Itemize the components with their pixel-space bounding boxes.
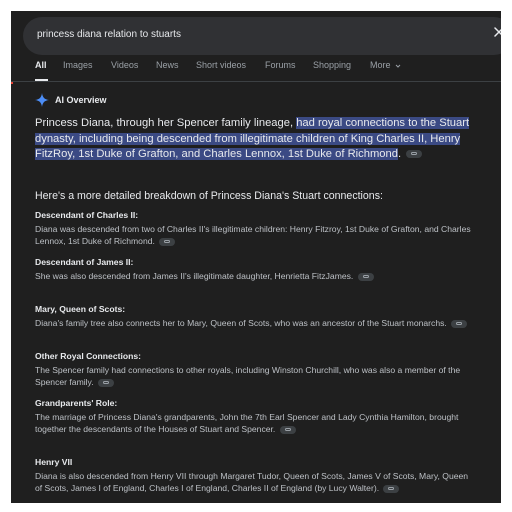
results-screen: princess diana relation to stuarts All I… — [11, 11, 501, 503]
tab-all[interactable]: All — [35, 60, 47, 70]
tabs-divider — [11, 81, 501, 82]
section-heading: Grandparents' Role: — [35, 398, 118, 408]
chevron-down-icon — [395, 64, 401, 68]
tab-more-label: More — [370, 60, 391, 70]
link-icon[interactable] — [159, 238, 176, 247]
section-henry-vii: Henry VII Diana is also descended from H… — [35, 457, 475, 495]
section-heading: Descendant of Charles II: — [35, 210, 139, 220]
tab-more[interactable]: More — [370, 60, 401, 70]
search-tabs: All Images Videos News Short videos Foru… — [35, 58, 501, 80]
search-bar[interactable]: princess diana relation to stuarts — [23, 17, 501, 55]
section-heading: Other Royal Connections: — [35, 351, 141, 361]
section-text: She was also descended from James II's i… — [35, 271, 354, 281]
tab-forums[interactable]: Forums — [265, 60, 296, 70]
section-text: Diana was descended from two of Charles … — [35, 224, 471, 247]
section-body: She was also descended from James II's i… — [35, 270, 395, 282]
section-body: Diana's family tree also connects her to… — [35, 317, 475, 329]
section-heading: Mary, Queen of Scots: — [35, 304, 126, 314]
section-charles-ii: Descendant of Charles II: Diana was desc… — [35, 210, 475, 248]
section-other-royal-connections: Other Royal Connections: The Spencer fam… — [35, 351, 475, 389]
tab-videos[interactable]: Videos — [111, 60, 138, 70]
section-heading: Henry VII — [35, 457, 73, 467]
link-icon[interactable] — [357, 272, 374, 281]
link-icon[interactable] — [406, 150, 423, 159]
section-body: Diana was descended from two of Charles … — [35, 223, 475, 248]
section-text: Diana is also descended from Henry VII t… — [35, 471, 469, 494]
link-icon[interactable] — [451, 319, 468, 328]
section-text: The marriage of Princess Diana's grandpa… — [35, 412, 459, 435]
tab-shopping[interactable]: Shopping — [313, 60, 351, 70]
tab-images[interactable]: Images — [63, 60, 93, 70]
tab-news[interactable]: News — [156, 60, 179, 70]
ai-overview-title: AI Overview — [55, 95, 107, 105]
intro-text: Princess Diana, through her Spencer fami… — [35, 117, 297, 129]
section-grandparents-role: Grandparents' Role: The marriage of Prin… — [35, 398, 475, 436]
overview-intro: Princess Diana, through her Spencer fami… — [35, 116, 475, 163]
search-input[interactable]: princess diana relation to stuarts — [37, 29, 181, 40]
section-body: Diana is also descended from Henry VII t… — [35, 470, 475, 495]
section-text: Diana's family tree also connects her to… — [35, 318, 447, 328]
intro-end: . — [397, 148, 402, 160]
link-icon[interactable] — [97, 379, 114, 388]
close-icon[interactable] — [492, 25, 501, 39]
section-james-ii: Descendant of James II: She was also des… — [35, 257, 475, 282]
section-body: The Spencer family had connections to ot… — [35, 364, 475, 389]
section-body: The marriage of Princess Diana's grandpa… — [35, 411, 475, 436]
link-icon[interactable] — [279, 426, 296, 435]
edge-mark — [11, 82, 13, 84]
sparkle-icon — [35, 93, 49, 107]
section-heading: Descendant of James II: — [35, 257, 134, 267]
link-icon[interactable] — [383, 485, 400, 494]
section-mary-queen-of-scots: Mary, Queen of Scots: Diana's family tre… — [35, 304, 475, 329]
breakdown-heading: Here's a more detailed breakdown of Prin… — [35, 190, 383, 202]
tab-short-videos[interactable]: Short videos — [196, 60, 246, 70]
